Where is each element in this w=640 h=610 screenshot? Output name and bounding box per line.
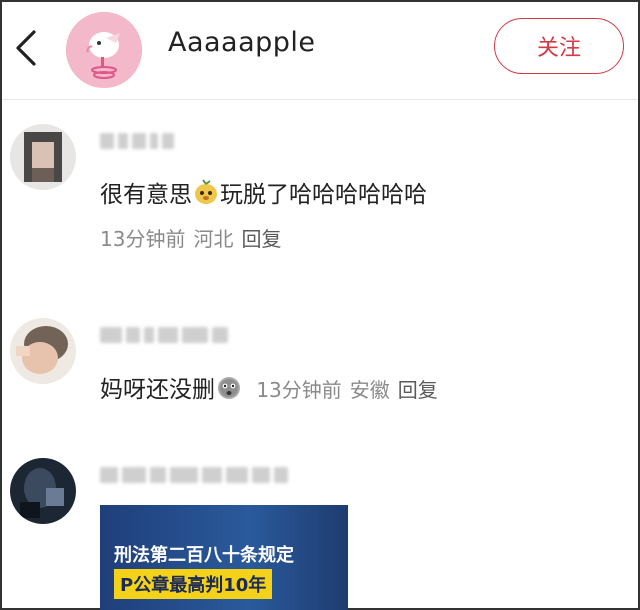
blurred-username (100, 464, 288, 486)
comment-text: 很有意思 玩脱了哈哈哈哈哈哈 (100, 175, 427, 209)
blurred-avatar-image (10, 318, 76, 384)
commenter-avatar[interactable] (10, 124, 76, 190)
bird-icon (66, 12, 142, 88)
header-bar: Aaaaapple 关注 (2, 2, 638, 100)
comment-time: 13分钟前 (100, 227, 186, 251)
commenter-avatar[interactable] (10, 318, 76, 384)
blurred-avatar-image (10, 458, 76, 524)
follow-button[interactable]: 关注 (494, 18, 624, 74)
page-title: Aaaaapple (168, 27, 316, 58)
blurred-username (100, 324, 228, 346)
pear-face-emoji-icon (195, 179, 217, 204)
comment-text-part: 妈呀还没删 (100, 377, 215, 403)
worried-face-emoji-icon (218, 377, 240, 399)
comment-location: 河北 (193, 227, 234, 251)
blurred-username (100, 130, 174, 152)
comment-meta: 13分钟前 河北 回复 (100, 223, 281, 252)
back-arrow-icon[interactable] (8, 26, 42, 70)
reply-button[interactable]: 回复 (241, 227, 281, 251)
reply-button[interactable]: 回复 (398, 378, 438, 402)
video-thumbnail[interactable]: 刑法第二百八十条规定 P公章最高判10年 (100, 505, 348, 610)
comment-text: 妈呀还没删 13分钟前 安徽 回复 (100, 370, 438, 404)
comment-text-part: 很有意思 (100, 182, 192, 208)
comment-meta: 13分钟前 安徽 回复 (256, 378, 437, 402)
thumbnail-caption-line1: 刑法第二百八十条规定 (114, 545, 294, 566)
thumbnail-caption-line2: P公章最高判10年 (114, 569, 273, 599)
commenter-avatar[interactable] (10, 458, 76, 524)
profile-avatar[interactable] (66, 12, 142, 88)
blurred-avatar-image (10, 124, 76, 190)
comment-text-part: 玩脱了哈哈哈哈哈哈 (220, 182, 427, 208)
comment-location: 安徽 (349, 378, 390, 402)
comment-time: 13分钟前 (256, 378, 342, 402)
